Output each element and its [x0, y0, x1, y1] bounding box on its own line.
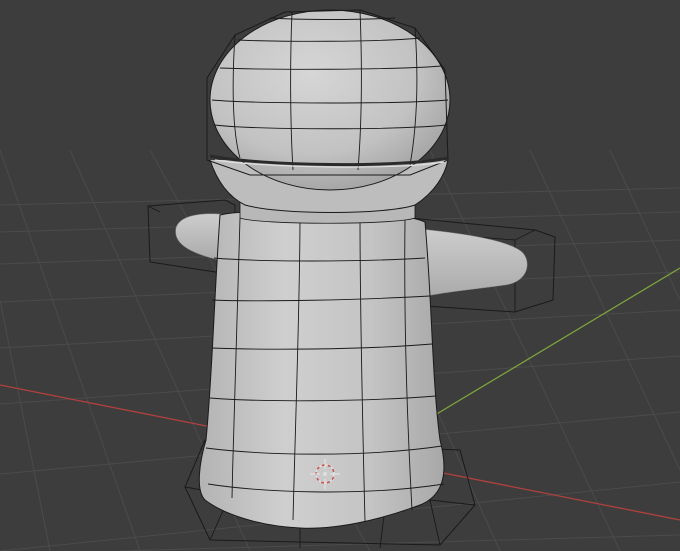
viewport-canvas[interactable]	[0, 0, 680, 551]
viewport-3d[interactable]	[0, 0, 680, 551]
